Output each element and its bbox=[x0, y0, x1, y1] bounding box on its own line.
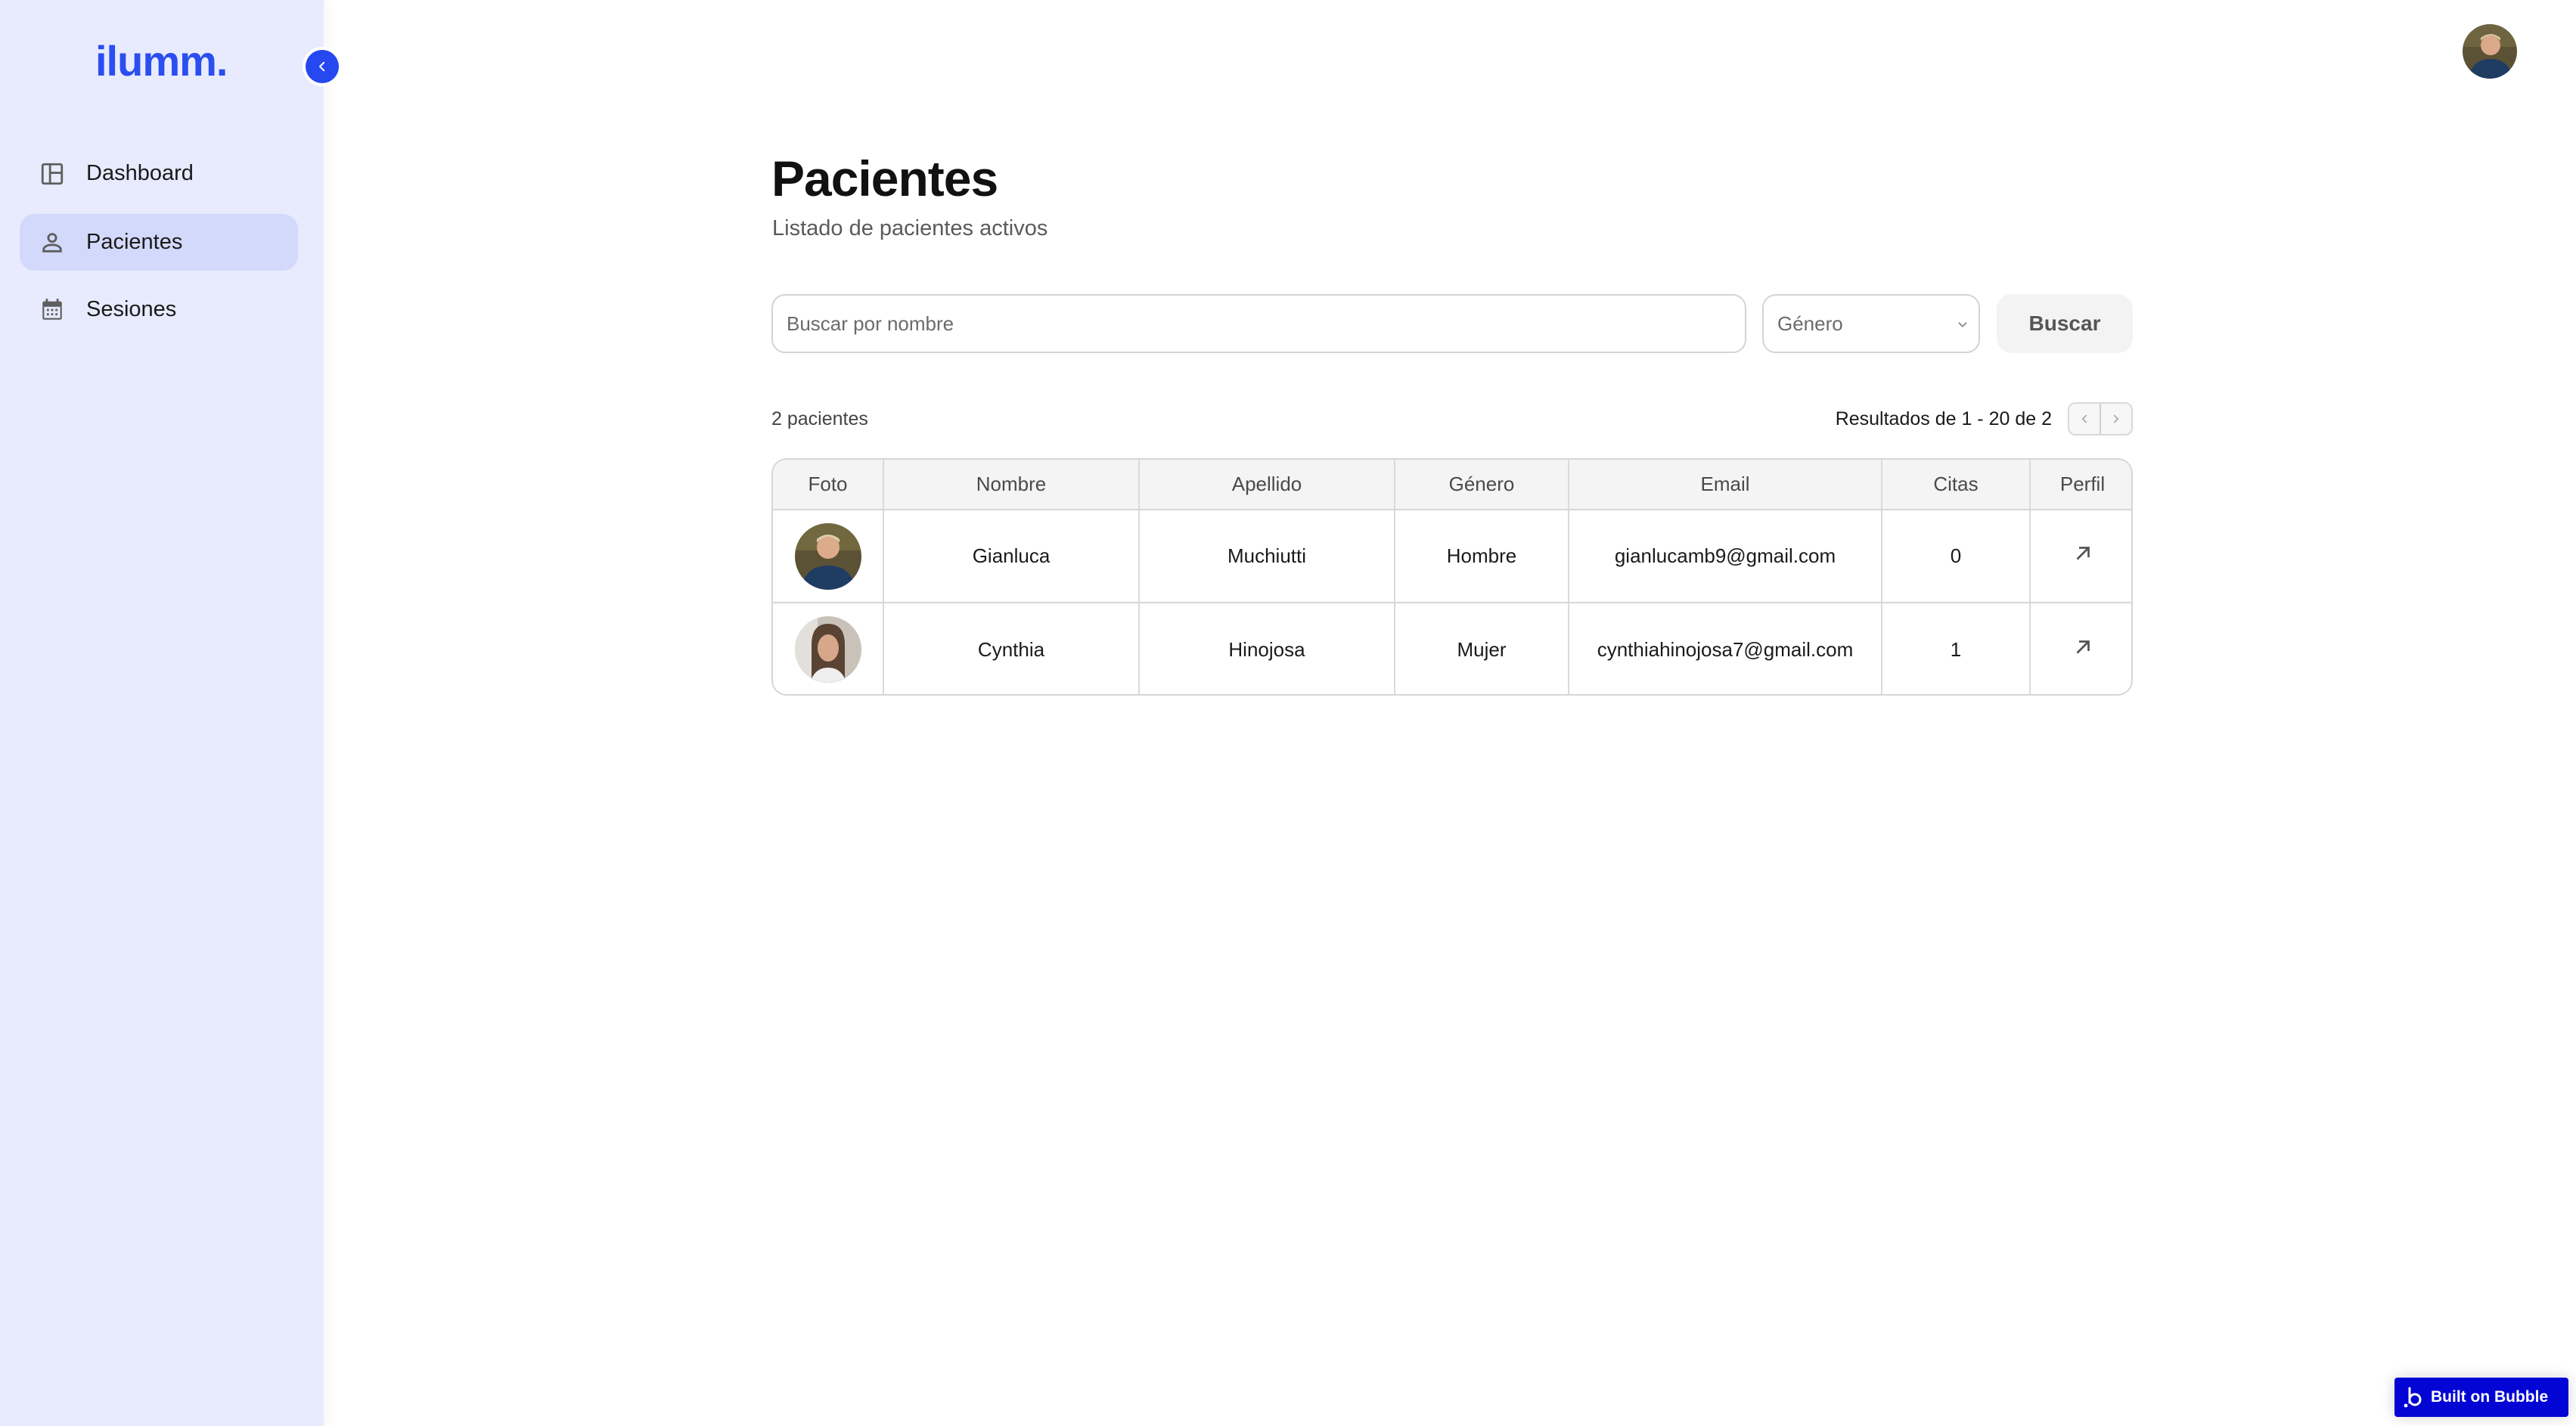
cell-apellido: Hinojosa bbox=[1139, 603, 1395, 694]
sidebar-item-label: Dashboard bbox=[86, 161, 194, 185]
chevron-left-icon bbox=[2081, 414, 2087, 423]
cell-genero: Hombre bbox=[1395, 510, 1569, 603]
column-header-citas: Citas bbox=[1882, 460, 2031, 510]
built-on-bubble-badge[interactable]: Built on Bubble bbox=[2394, 1378, 2568, 1417]
cell-perfil bbox=[2030, 510, 2131, 603]
sidebar-item-label: Sesiones bbox=[86, 297, 177, 321]
chevron-left-icon bbox=[319, 61, 325, 72]
dashboard-layout-icon bbox=[39, 161, 65, 187]
search-button[interactable]: Buscar bbox=[1997, 294, 2133, 353]
table-row: Gianluca Muchiutti Hombre gianlucamb9@gm… bbox=[773, 510, 2131, 603]
person-icon bbox=[39, 230, 65, 256]
cell-genero: Mujer bbox=[1395, 603, 1569, 694]
column-header-nombre: Nombre bbox=[883, 460, 1140, 510]
chevron-down-icon bbox=[1958, 322, 1967, 328]
cell-email: gianlucamb9@gmail.com bbox=[1569, 510, 1882, 603]
open-profile-link[interactable] bbox=[2072, 636, 2094, 659]
patient-count: 2 pacientes bbox=[771, 408, 868, 429]
collapse-sidebar-button[interactable] bbox=[303, 47, 342, 86]
patient-avatar bbox=[794, 522, 861, 590]
app-logo[interactable]: ilumm. bbox=[95, 36, 228, 85]
cell-perfil bbox=[2030, 603, 2131, 694]
column-header-genero: Género bbox=[1395, 460, 1569, 510]
user-avatar-image bbox=[2463, 24, 2517, 79]
arrow-up-right-icon bbox=[2076, 640, 2090, 653]
results-range: Resultados de 1 - 20 de 2 bbox=[1835, 408, 2052, 429]
patient-avatar bbox=[794, 616, 861, 683]
page-subtitle: Listado de pacientes activos bbox=[772, 216, 1048, 240]
built-on-bubble-label: Built on Bubble bbox=[2431, 1388, 2549, 1406]
cell-citas: 1 bbox=[1882, 603, 2031, 694]
sidebar-item-pacientes[interactable]: Pacientes bbox=[20, 214, 298, 271]
cell-apellido: Muchiutti bbox=[1139, 510, 1395, 603]
cell-foto bbox=[773, 603, 884, 694]
sidebar-item-sesiones[interactable]: Sesiones bbox=[20, 281, 298, 338]
calendar-icon bbox=[39, 297, 65, 323]
cell-nombre: Gianluca bbox=[883, 510, 1140, 603]
previous-page-button[interactable] bbox=[2069, 404, 2100, 434]
column-header-foto: Foto bbox=[773, 460, 884, 510]
cell-nombre: Cynthia bbox=[883, 603, 1140, 694]
column-header-email: Email bbox=[1569, 460, 1882, 510]
open-profile-link[interactable] bbox=[2072, 542, 2094, 565]
pagination bbox=[2068, 402, 2133, 436]
next-page-button[interactable] bbox=[2100, 404, 2131, 434]
collapse-button-circle bbox=[306, 50, 339, 83]
cell-citas: 0 bbox=[1882, 510, 2031, 603]
bubble-logo-icon bbox=[2404, 1387, 2422, 1408]
gender-select-value: Género bbox=[1777, 312, 1843, 335]
sidebar: ilumm. Dashboard Pacientes Sesiones bbox=[0, 0, 324, 1426]
table-row: Cynthia Hinojosa Mujer cynthiahinojosa7@… bbox=[773, 603, 2131, 694]
chevron-right-icon bbox=[2113, 414, 2119, 423]
arrow-up-right-icon bbox=[2076, 547, 2090, 560]
table-header-row: Foto Nombre Apellido Género Email Citas … bbox=[773, 460, 2131, 510]
search-input[interactable] bbox=[771, 294, 1746, 353]
cell-email: cynthiahinojosa7@gmail.com bbox=[1569, 603, 1882, 694]
page-title: Pacientes bbox=[771, 150, 998, 206]
column-header-perfil: Perfil bbox=[2030, 460, 2131, 510]
user-avatar[interactable] bbox=[2463, 24, 2517, 79]
column-header-apellido: Apellido bbox=[1139, 460, 1395, 510]
sidebar-item-dashboard[interactable]: Dashboard bbox=[20, 145, 298, 202]
patients-table: Foto Nombre Apellido Género Email Citas … bbox=[771, 458, 2133, 696]
gender-select[interactable]: Género bbox=[1762, 294, 1980, 353]
cell-foto bbox=[773, 510, 884, 603]
sidebar-item-label: Pacientes bbox=[86, 230, 183, 254]
